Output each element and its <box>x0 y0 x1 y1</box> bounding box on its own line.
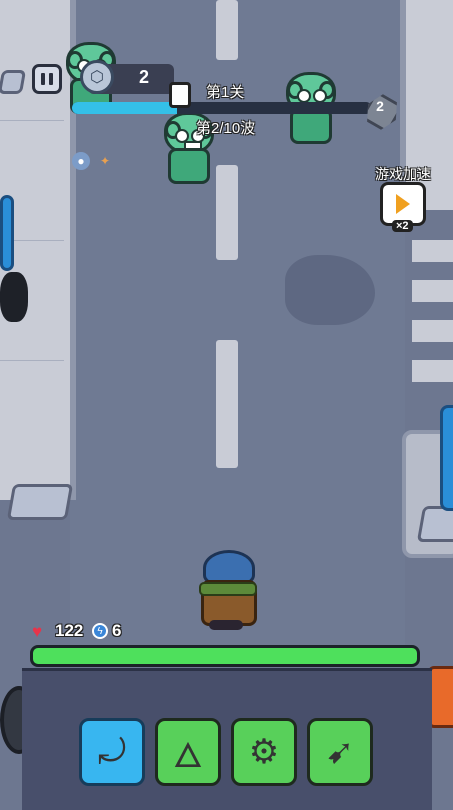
player-character <box>197 550 257 634</box>
trash-bag <box>0 272 28 322</box>
weapon-slot-boomerang[interactable]: ⤾ <box>79 718 145 786</box>
pause-button[interactable] <box>32 64 62 94</box>
wave-progress-bar <box>72 102 372 114</box>
crosswalk-stripe <box>412 240 453 262</box>
shield-value: 6 <box>112 621 122 640</box>
blue-barrier <box>440 405 453 511</box>
weapon-slot-kunai[interactable]: ➹ <box>307 718 373 786</box>
crosswalk-stripe <box>412 320 453 342</box>
crosswalk-stripe <box>412 280 453 302</box>
hp-bar-fill <box>33 648 417 664</box>
money-bag-icon: ● <box>72 152 90 170</box>
wave-progress-fill <box>72 102 177 114</box>
hex-nut-icon: ⬡ <box>80 60 114 94</box>
molotov-icon: 🜂 <box>173 736 203 775</box>
shield-icon: ϟ <box>92 623 108 639</box>
weapon-slot-drill-bomb[interactable]: ⚙ <box>231 718 297 786</box>
play-icon <box>396 194 410 214</box>
wave-label: 第2/10波 <box>196 120 256 137</box>
hp-bar <box>30 645 420 667</box>
lane-marking <box>216 340 238 468</box>
boomerang-icon: ⤾ <box>97 732 127 771</box>
drill-bomb-icon: ⚙ <box>248 733 280 771</box>
kunai-icon: ➹ <box>325 733 355 771</box>
next-stage-number: 2 <box>376 98 384 114</box>
coin-count: 2 <box>138 67 149 87</box>
lane-marking <box>216 165 238 260</box>
hp-value: 122 <box>55 621 84 640</box>
rock <box>6 484 74 520</box>
rock <box>416 506 453 542</box>
crosswalk-stripe <box>412 360 453 382</box>
pause-icon <box>49 73 53 85</box>
blue-barrier <box>0 195 14 271</box>
lane-marking <box>216 0 238 60</box>
speed-multiplier: ×2 <box>392 220 413 232</box>
speed-up-label: 游戏加速 <box>375 166 431 182</box>
stage-label: 第1关 <box>206 84 245 101</box>
gun-icon: ✦ <box>99 154 111 168</box>
pause-icon <box>41 73 45 85</box>
weapon-slot-molotov[interactable]: 🜂 <box>155 718 221 786</box>
heart-icon: ♥ <box>32 622 43 641</box>
wave-marker-icon <box>169 82 191 108</box>
